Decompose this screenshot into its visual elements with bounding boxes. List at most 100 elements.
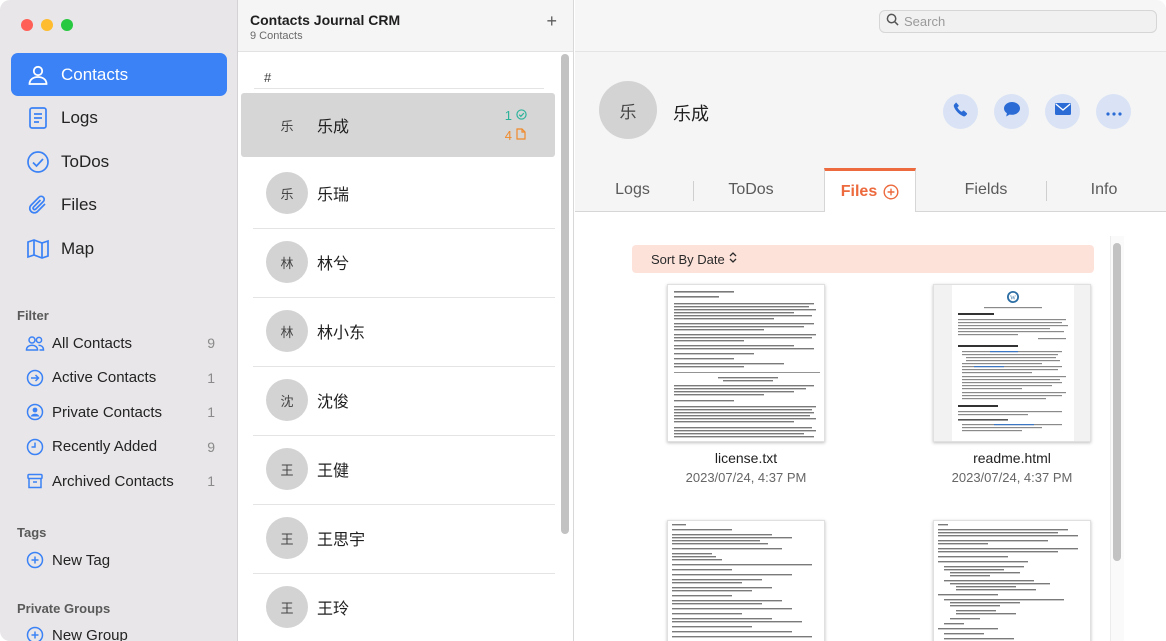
file-item[interactable]: W readme.html 2023/07/24, 4:37 PM (902, 284, 1122, 485)
tab-logs[interactable]: Logs (590, 168, 675, 212)
detail-tabs: Logs ToDos Files Fields Info (575, 168, 1166, 212)
contact-name: 沈俊 (317, 394, 350, 411)
filter-all-contacts[interactable]: All Contacts 9 (17, 326, 215, 361)
file-name: license.txt (714, 450, 778, 466)
app-window: Contacts Logs ToDos Files Map Filter All… (0, 0, 1166, 641)
filter-recently-added[interactable]: Recently Added 9 (17, 430, 215, 465)
add-contact-button[interactable]: + (546, 11, 557, 32)
avatar: 沈 (266, 379, 308, 421)
filter-archived-contacts[interactable]: Archived Contacts 1 (17, 464, 215, 499)
contact-list-title: Contacts Journal CRM (250, 12, 401, 28)
search-icon (886, 13, 899, 31)
file-thumbnail[interactable] (933, 520, 1091, 641)
contact-row[interactable]: 王 王玲 (241, 575, 555, 639)
tab-label: ToDos (728, 181, 774, 198)
archive-box-icon (25, 471, 45, 491)
clock-icon (25, 437, 45, 457)
filter-active-contacts[interactable]: Active Contacts 1 (17, 361, 215, 396)
sidebar-item-map[interactable]: Map (11, 227, 227, 270)
sidebar-item-contacts[interactable]: Contacts (11, 53, 227, 96)
divider (253, 297, 555, 298)
envelope-icon (1054, 102, 1072, 121)
filter-count: 9 (207, 335, 215, 352)
minimize-window-button[interactable] (41, 19, 53, 31)
checkmark-circle-icon (516, 106, 527, 126)
tab-fields[interactable]: Fields (945, 168, 1027, 212)
filter-private-contacts[interactable]: Private Contacts 1 (17, 395, 215, 430)
filter-count: 1 (207, 404, 215, 421)
new-group-button[interactable]: New Group (17, 618, 215, 641)
avatar: 乐 (280, 118, 294, 134)
avatar: 王 (266, 586, 308, 628)
divider (253, 573, 555, 574)
sidebar-item-label: Contacts (61, 64, 129, 84)
sidebar-item-label: ToDos (61, 151, 110, 171)
contact-row[interactable]: 林 林小东 (241, 299, 555, 367)
sidebar-item-logs[interactable]: Logs (11, 97, 227, 140)
message-button[interactable] (994, 94, 1029, 129)
filter-count: 1 (207, 369, 215, 386)
call-button[interactable] (943, 94, 978, 129)
document-icon (516, 126, 526, 146)
contact-name: 王玲 (317, 601, 350, 618)
plus-circle-icon (25, 625, 45, 641)
new-tag-button[interactable]: New Tag (17, 543, 215, 578)
avatar: 乐 (266, 172, 308, 214)
groups-list: New Group (17, 618, 215, 641)
sidebar: Contacts Logs ToDos Files Map Filter All… (0, 0, 238, 641)
filter-label: Recently Added (52, 438, 158, 456)
new-group-label: New Group (52, 626, 128, 641)
divider (253, 366, 555, 367)
divider (253, 435, 555, 436)
sort-by-button[interactable]: Sort By Date (632, 245, 1094, 273)
search-field[interactable] (879, 10, 1157, 33)
map-icon (25, 236, 51, 262)
chevron-up-down-icon (729, 252, 737, 266)
tab-info[interactable]: Info (1070, 168, 1138, 212)
add-file-icon[interactable] (883, 183, 899, 200)
tab-todos[interactable]: ToDos (707, 168, 795, 212)
todo-count: 1 (504, 108, 512, 123)
divider (253, 228, 555, 229)
contact-row[interactable]: 王 王思宇 (241, 506, 555, 574)
svg-text:W: W (1010, 296, 1016, 302)
file-thumbnail[interactable] (667, 520, 825, 641)
message-bubble-icon (1003, 101, 1021, 123)
filter-section-title: Filter (17, 308, 49, 323)
toolbar (575, 0, 1166, 52)
file-thumbnail (667, 284, 825, 442)
divider (254, 88, 544, 89)
contact-row[interactable]: 王 王健 (241, 437, 555, 505)
email-button[interactable] (1045, 94, 1080, 129)
filter-label: Archived Contacts (52, 472, 174, 490)
tags-list: New Tag (17, 543, 215, 578)
contact-actions (943, 94, 1131, 129)
file-badge: 4 (505, 126, 527, 146)
contact-row[interactable]: 沈 沈俊 (241, 368, 555, 436)
filter-label: Active Contacts (52, 369, 157, 387)
filter-label: All Contacts (52, 334, 133, 352)
sidebar-item-label: Logs (61, 108, 98, 127)
sidebar-item-files[interactable]: Files (11, 184, 227, 227)
contact-name: 王思宇 (317, 532, 366, 549)
contact-row[interactable]: 乐 乐瑞 (241, 161, 555, 229)
sidebar-item-todos[interactable]: ToDos (11, 140, 227, 183)
contact-list-scrollbar[interactable] (561, 54, 569, 534)
avatar: 乐 (599, 81, 657, 139)
person-circle-icon (25, 402, 45, 422)
file-thumbnail: W (933, 284, 1091, 442)
close-window-button[interactable] (21, 19, 33, 31)
contact-row[interactable]: 林 林兮 (241, 230, 555, 298)
file-date: 2023/07/24, 4:37 PM (685, 470, 807, 485)
zoom-window-button[interactable] (61, 19, 73, 31)
contact-count: 9 Contacts (250, 30, 303, 42)
sidebar-nav: Contacts Logs ToDos Files Map (11, 53, 227, 271)
more-button[interactable] (1096, 94, 1131, 129)
people-icon (25, 333, 45, 353)
tab-files[interactable]: Files (824, 168, 916, 212)
paperclip-icon (25, 192, 51, 218)
search-input[interactable] (904, 14, 1144, 29)
file-item[interactable]: license.txt 2023/07/24, 4:37 PM (636, 284, 856, 485)
filter-label: Private Contacts (52, 403, 163, 421)
contact-row[interactable]: 乐 乐成 1 4 (241, 93, 555, 157)
